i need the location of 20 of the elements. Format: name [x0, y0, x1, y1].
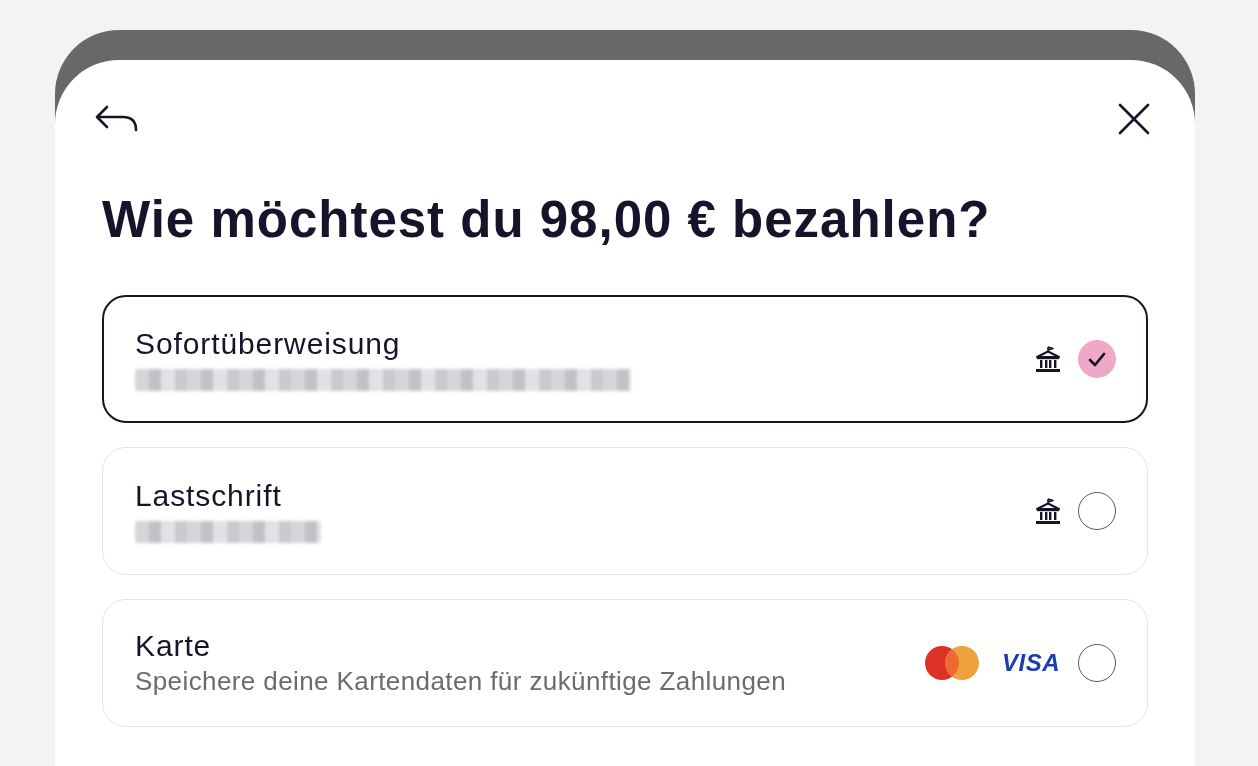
option-title: Lastschrift — [135, 478, 283, 514]
payment-option[interactable]: Karte Speichere deine Kartendaten für zukünftige Zahlungen VISA — [102, 599, 1148, 728]
option-title: Karte — [135, 628, 213, 664]
bank-icon — [1035, 497, 1061, 525]
card-brand-logo: VISA — [1002, 651, 1060, 676]
back-button[interactable] — [95, 105, 139, 133]
option-title: Sofortüberweisung — [135, 326, 402, 362]
page-title: Wie möchtest du 98,00 € bezahlen? — [102, 190, 991, 250]
payment-option[interactable]: Sofortüberweisung — [102, 295, 1148, 424]
back-arrow-icon — [95, 105, 139, 133]
radio-button[interactable] — [1078, 340, 1116, 379]
overlapping-circles-logo — [925, 646, 979, 681]
radio-button[interactable] — [1078, 492, 1116, 531]
payment-option[interactable]: Lastschrift — [102, 447, 1148, 576]
option-description: Speichere deine Kartendaten für zukünftige Zahlungen — [135, 665, 787, 698]
checkmark-icon — [1088, 351, 1106, 367]
bank-icon — [1035, 345, 1061, 373]
close-icon — [1118, 103, 1150, 135]
radio-button[interactable] — [1078, 644, 1116, 683]
close-button[interactable] — [1118, 103, 1150, 135]
